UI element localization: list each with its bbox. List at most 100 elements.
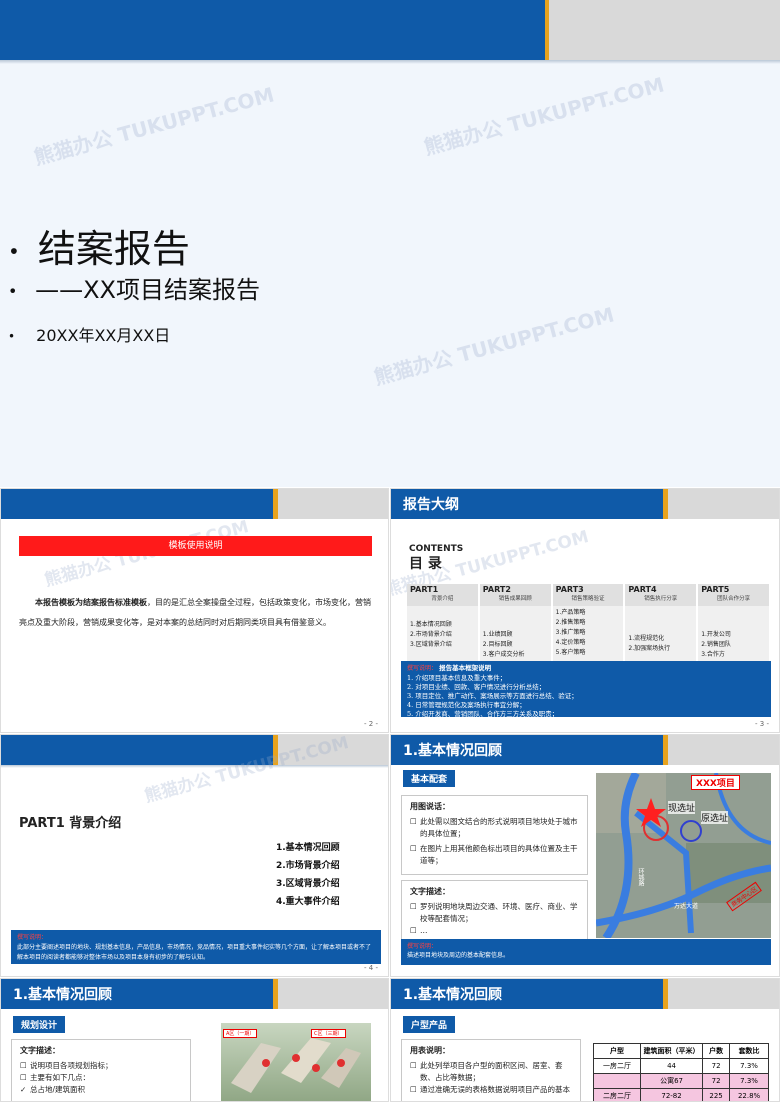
table-row: 一房二厅 44 72 7.3%	[592, 1058, 769, 1074]
bullet-item: ☐ 说明项目各项规划指标；	[20, 1061, 113, 1070]
part-item: 1.业绩回顾	[482, 631, 513, 638]
slide-outline: 报告大纲 熊猫办公 TUKUPPT.COM CONTENTS 目 录 PART1…	[390, 488, 780, 733]
slide-planning: 1.基本情况回顾 规划设计 文字描述： ☐ 说明项目各项规划指标； ☐ 主要有如下几…	[0, 978, 389, 1102]
part-number: PART1	[410, 585, 439, 594]
part-items: 1.基本情况回顾 2.市场背景介绍 3.区域背景介绍 4.重大事件介绍	[276, 839, 340, 911]
cover-grey-block	[549, 0, 780, 60]
outline-part: PART4 销售执行分享 1.流程规范化 2.加强案场执行	[625, 584, 697, 664]
bullet-item: ☐…	[410, 926, 428, 935]
slide-basic-facilities: 1.基本情况回顾 基本配套 用图说话： ☐ 此处需以图文结合的形式说明项目地块处于…	[390, 734, 780, 977]
part-item: 3.区域背景介绍	[410, 641, 452, 648]
part-item: 2.加强案场执行	[628, 645, 671, 652]
bullet-item: ☐ 此处需以图文结合的形式说明项目地块处于城市的具体位置；	[410, 817, 578, 838]
note-line: 5. 介绍开发商、营销团队、合作方三方关系及职责；	[407, 710, 559, 718]
part-number: PART4	[628, 585, 657, 594]
map-image	[596, 773, 771, 938]
watermark: 熊猫办公 TUKUPPT.COM	[421, 72, 667, 160]
part-item: 4.定价策略	[555, 639, 586, 646]
page-number: - 2 -	[364, 720, 378, 728]
cover-banner	[0, 0, 545, 60]
table-header: 户型	[592, 1043, 642, 1059]
map-road-label: 环城路	[637, 868, 644, 886]
slide-title: 1.基本情况回顾	[13, 987, 113, 1003]
box-heading: 用图说话：	[410, 802, 450, 811]
planning-render: A区（一期） C区（三期）	[221, 1023, 371, 1101]
contents-cn: 目 录	[409, 556, 442, 572]
box-heading: 文字描述：	[410, 887, 450, 896]
template-description: 本报告模板为结案报告标准模板，目的是汇总全案操盘全过程，包括政策变化，市场变化，…	[19, 597, 371, 627]
outline-part: PART2 销售成果回顾 1.业绩回顾 2.目标回顾 3.客户成交分析	[479, 584, 551, 664]
bullet-item: ☐ 此处列举项目各户型的面积区间、居室、套数、占比等数据；	[410, 1061, 563, 1082]
part-item: 2.推售策略	[555, 619, 586, 626]
part-item: 2.市场背景介绍	[276, 861, 340, 871]
grey-block	[278, 735, 388, 765]
part-item: 3.客户成交分析	[482, 651, 525, 658]
note-line: 3. 项目定位、推广动作、案场展示等方面进行总结、验证；	[407, 692, 578, 700]
outline-part: PART1 背景介绍 1.基本情况回顾 2.市场背景介绍 3.区域背景介绍	[407, 584, 478, 664]
outline-parts: PART1 背景介绍 1.基本情况回顾 2.市场背景介绍 3.区域背景介绍 PA…	[407, 584, 769, 664]
part-number: PART2	[482, 585, 511, 594]
grey-block	[668, 979, 779, 1009]
cover-bullet-3: • 20XX年XX月XX日	[8, 326, 171, 345]
part-item: 3.推广策略	[555, 629, 586, 636]
red-title-bar: 模板使用说明	[19, 536, 372, 556]
part-name: 销售执行分享	[644, 596, 678, 602]
note-line: 1. 介绍项目基本信息及重大事件；	[407, 674, 507, 682]
table-header: 套数比	[729, 1043, 769, 1059]
slide-template-notes: 熊猫办公 TUKUPPT.COM 模板使用说明 本报告模板为结案报告标准模板，目…	[0, 488, 389, 733]
text-box-desc: 文字描述： ☐ 罗列说明地块周边交通、环境、医疗、商业、学校等配套情况； ☐…	[401, 880, 588, 940]
banner-shadow	[1, 765, 388, 768]
part-item: 4.重大事件介绍	[276, 897, 340, 907]
grey-block	[668, 489, 779, 519]
part-item: 1.开发公司	[701, 631, 731, 638]
map-road-label: 万达大道	[674, 903, 699, 910]
text-box-desc: 文字描述： ☐ 说明项目各项规划指标； ☐ 主要有如下几点： ✓ 总占地/建筑面积	[11, 1039, 191, 1101]
section-tag: 户型产品	[403, 1016, 456, 1033]
bullet-item: ☐ 主要有如下几点：	[20, 1073, 90, 1082]
grey-block	[278, 979, 388, 1009]
writing-notes-box: 撰写说明： 此部分主要阐述项目的地块、规划基本信息，产品信息，市场情况，竞品情况…	[11, 930, 381, 964]
part-number: PART3	[555, 585, 584, 594]
bullet-item: ✓ 总占地/建筑面积	[20, 1085, 86, 1094]
section-tag: 基本配套	[403, 770, 456, 787]
table-header: 建筑面积（平米）	[640, 1043, 704, 1059]
part-item: 2.销售团队	[701, 641, 731, 648]
map-label-original: 原选址	[701, 811, 729, 824]
part-item: 1.基本情况回顾	[276, 843, 340, 853]
part-item: 5.客户策略	[555, 649, 586, 656]
slide-title: 报告大纲	[403, 497, 459, 513]
section-tag: 规划设计	[13, 1016, 66, 1033]
cover-bullet-2: • ——XX项目结案报告	[8, 276, 260, 304]
part-name: 背景介绍	[431, 596, 454, 602]
page-number: - 3 -	[755, 720, 769, 728]
part-number: PART5	[701, 585, 730, 594]
part-name: 团队合作分享	[717, 596, 751, 602]
outline-part: PART3 销售策略验证 1.产品策略 2.推售策略 3.推广策略 4.定价策略…	[552, 584, 624, 664]
bullet-item: ☐ 罗列说明地块周边交通、环境、医疗、商业、学校等配套情况；	[410, 902, 578, 923]
table-row: 二房二厅 72-82 225 22.8%	[592, 1088, 769, 1101]
part-item: 1.产品策略	[555, 609, 586, 616]
bullet-item: ☐ 通过准确无误的表格数据说明项目产品的基本	[410, 1085, 570, 1094]
map-label-project: XXX项目	[691, 775, 740, 790]
part-name: 销售成果回顾	[498, 596, 532, 602]
part-title: PART1 背景介绍	[19, 816, 122, 831]
table-header: 户数	[702, 1043, 731, 1059]
box-heading: 文字描述：	[20, 1046, 60, 1055]
slide-title: 1.基本情况回顾	[403, 987, 503, 1003]
bullet-item: ☐ 在图片上用其他颜色标出项目的具体位置及主干道等；	[410, 844, 578, 865]
slide-banner	[1, 489, 273, 519]
grey-block	[668, 735, 779, 765]
cover-bullet-1: • 结案报告	[8, 227, 190, 271]
slide-unit-products: 1.基本情况回顾 户型产品 用表说明： ☐ 此处列举项目各户型的面积区间、居室、套…	[390, 978, 780, 1102]
part-item: 1.基本情况回顾	[410, 621, 452, 628]
watermark: 熊猫办公 TUKUPPT.COM	[31, 82, 277, 170]
slide-title: 1.基本情况回顾	[403, 743, 503, 759]
cover-banner-shadow	[0, 60, 780, 64]
grey-block	[278, 489, 388, 519]
part-name: 销售策略验证	[571, 596, 605, 602]
part-item: 3.区域背景介绍	[276, 879, 340, 889]
slide-banner	[1, 735, 273, 765]
note-line: 2. 对项目业绩、回款、客户情况进行分析总结；	[407, 683, 546, 691]
location-map: XXX项目 现选址 原选址 环城路 万达大道 商务中心区	[596, 773, 771, 938]
part-item: 3.合作方	[701, 651, 725, 658]
